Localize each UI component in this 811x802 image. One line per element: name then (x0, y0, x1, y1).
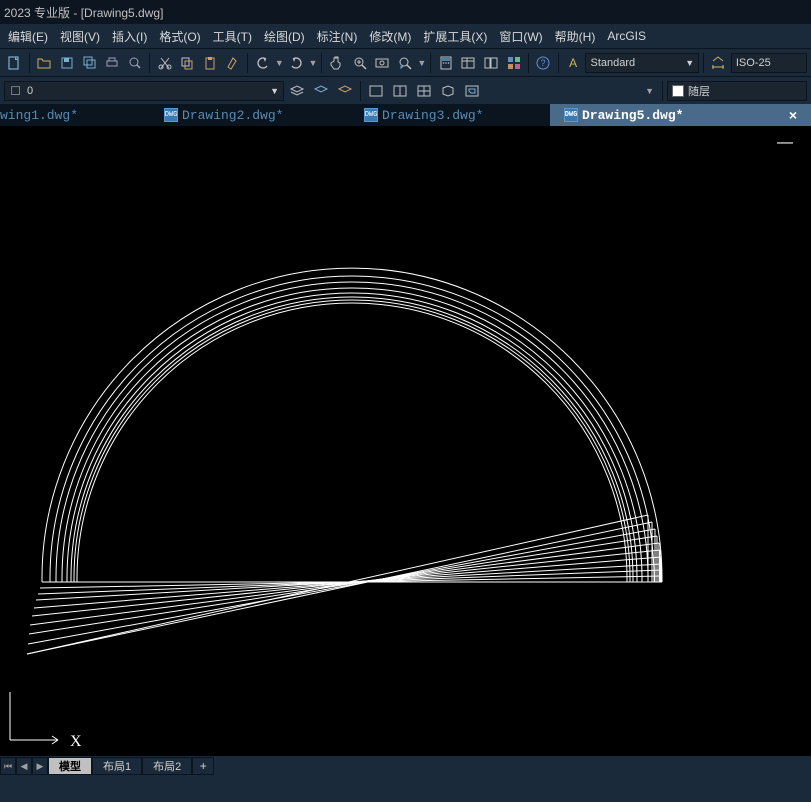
menu-arcgis[interactable]: ArcGIS (601, 29, 652, 43)
match-icon[interactable] (222, 52, 243, 74)
color-swatch (672, 85, 684, 97)
zoom-window-icon[interactable] (349, 52, 370, 74)
app-title: 2023 专业版 - [Drawing5.dwg] (4, 4, 163, 21)
menu-insert[interactable]: 插入(I) (106, 28, 153, 45)
ucs-x-label: X (70, 733, 82, 750)
toolbar-main: ▼ ▼ ▼ ? A Standard ▼ ISO-25 (0, 48, 811, 76)
pan-icon[interactable] (326, 52, 347, 74)
tab-model[interactable]: 模型 (48, 757, 92, 775)
menu-dimension[interactable]: 标注(N) (311, 28, 364, 45)
dim-style-icon[interactable] (708, 52, 729, 74)
viewport-split-icon[interactable] (389, 80, 411, 102)
tool-palette-icon[interactable] (503, 52, 524, 74)
menu-format[interactable]: 格式(O) (153, 28, 206, 45)
layout-tabs: ⏮ ◀ ▶ 模型 布局1 布局2 + (0, 756, 811, 776)
layer-uniso-icon[interactable] (334, 80, 356, 102)
menu-tools[interactable]: 工具(T) (207, 28, 258, 45)
zoom-dropdown-arrow[interactable]: ▼ (417, 58, 426, 68)
menu-modify[interactable]: 修改(M) (363, 28, 417, 45)
color-value: 随层 (688, 83, 710, 99)
menu-draw[interactable]: 绘图(D) (258, 28, 311, 45)
layer-iso-icon[interactable] (310, 80, 332, 102)
viewport-poly-icon[interactable] (437, 80, 459, 102)
undo-icon[interactable] (252, 52, 273, 74)
viewport-single-icon[interactable] (365, 80, 387, 102)
viewport-4-icon[interactable] (413, 80, 435, 102)
doc-tab-label: Drawing2.dwg* (182, 108, 283, 123)
copy-icon[interactable] (177, 52, 198, 74)
design-center-icon[interactable] (481, 52, 502, 74)
properties-icon[interactable] (458, 52, 479, 74)
text-style-value: Standard (590, 57, 635, 69)
calc-icon[interactable] (435, 52, 456, 74)
new-file-icon[interactable] (4, 52, 25, 74)
doc-tab-label: Drawing3.dwg* (382, 108, 483, 123)
undo-dropdown-arrow[interactable]: ▼ (275, 58, 284, 68)
svg-text:?: ? (541, 58, 546, 68)
color-dropdown[interactable]: 随层 ▼ (667, 81, 807, 101)
save-icon[interactable] (56, 52, 77, 74)
document-tabs: wing1.dwg* DWG Drawing2.dwg* DWG Drawing… (0, 104, 811, 126)
menu-view[interactable]: 视图(V) (54, 28, 106, 45)
doc-tab-2[interactable]: DWG Drawing2.dwg* (150, 104, 350, 126)
menu-ext-tools[interactable]: 扩展工具(X) (417, 28, 493, 45)
text-style-dropdown[interactable]: Standard ▼ (585, 53, 699, 73)
preview-icon[interactable] (125, 52, 146, 74)
cut-icon[interactable] (154, 52, 175, 74)
redo-dropdown-arrow[interactable]: ▼ (309, 58, 318, 68)
tab-layout2[interactable]: 布局2 (142, 757, 192, 775)
dwg-file-icon: DWG (564, 108, 578, 122)
print-icon[interactable] (102, 52, 123, 74)
doc-tab-1[interactable]: wing1.dwg* (0, 104, 150, 126)
doc-tab-label: wing1.dwg* (0, 108, 78, 123)
tab-nav-next-icon[interactable]: ▶ (32, 757, 48, 775)
doc-tab-4-active[interactable]: DWG Drawing5.dwg* × (550, 104, 811, 126)
tab-layout1[interactable]: 布局1 (92, 757, 142, 775)
dwg-file-icon: DWG (364, 108, 378, 122)
ucs-icon (10, 692, 58, 744)
menu-edit[interactable]: 编辑(E) (2, 28, 54, 45)
toolbar-layer: 0 ▼ ▼ 随层 ▼ (0, 76, 811, 104)
dim-style-dropdown[interactable]: ISO-25 (731, 53, 807, 73)
drawing-content: X (0, 126, 811, 756)
text-style-icon[interactable]: A (563, 52, 584, 74)
tab-nav-prev-icon[interactable]: ◀ (16, 757, 32, 775)
layer-value: 0 (27, 85, 33, 97)
layer-props-icon[interactable] (286, 80, 308, 102)
zoom-realtime-icon[interactable] (395, 52, 416, 74)
viewport-clip-icon[interactable] (461, 80, 483, 102)
help-icon[interactable]: ? (533, 52, 554, 74)
color-prev-arrow[interactable]: ▼ (641, 86, 658, 96)
zoom-extents-icon[interactable] (372, 52, 393, 74)
layer-dropdown[interactable]: 0 ▼ (4, 81, 284, 101)
menu-help[interactable]: 帮助(H) (549, 28, 602, 45)
dim-style-value: ISO-25 (736, 57, 771, 69)
paste-icon[interactable] (200, 52, 221, 74)
title-bar: 2023 专业版 - [Drawing5.dwg] (0, 0, 811, 24)
drawing-canvas[interactable]: — (0, 126, 811, 756)
close-tab-icon[interactable]: × (769, 107, 797, 123)
doc-tab-label: Drawing5.dwg* (582, 108, 683, 123)
save-all-icon[interactable] (79, 52, 100, 74)
tab-add-layout-icon[interactable]: + (192, 757, 214, 775)
open-icon[interactable] (34, 52, 55, 74)
menu-bar: 编辑(E) 视图(V) 插入(I) 格式(O) 工具(T) 绘图(D) 标注(N… (0, 24, 811, 48)
redo-icon[interactable] (286, 52, 307, 74)
dwg-file-icon: DWG (164, 108, 178, 122)
tab-nav-first-icon[interactable]: ⏮ (0, 757, 16, 775)
menu-window[interactable]: 窗口(W) (493, 28, 548, 45)
doc-tab-3[interactable]: DWG Drawing3.dwg* (350, 104, 550, 126)
